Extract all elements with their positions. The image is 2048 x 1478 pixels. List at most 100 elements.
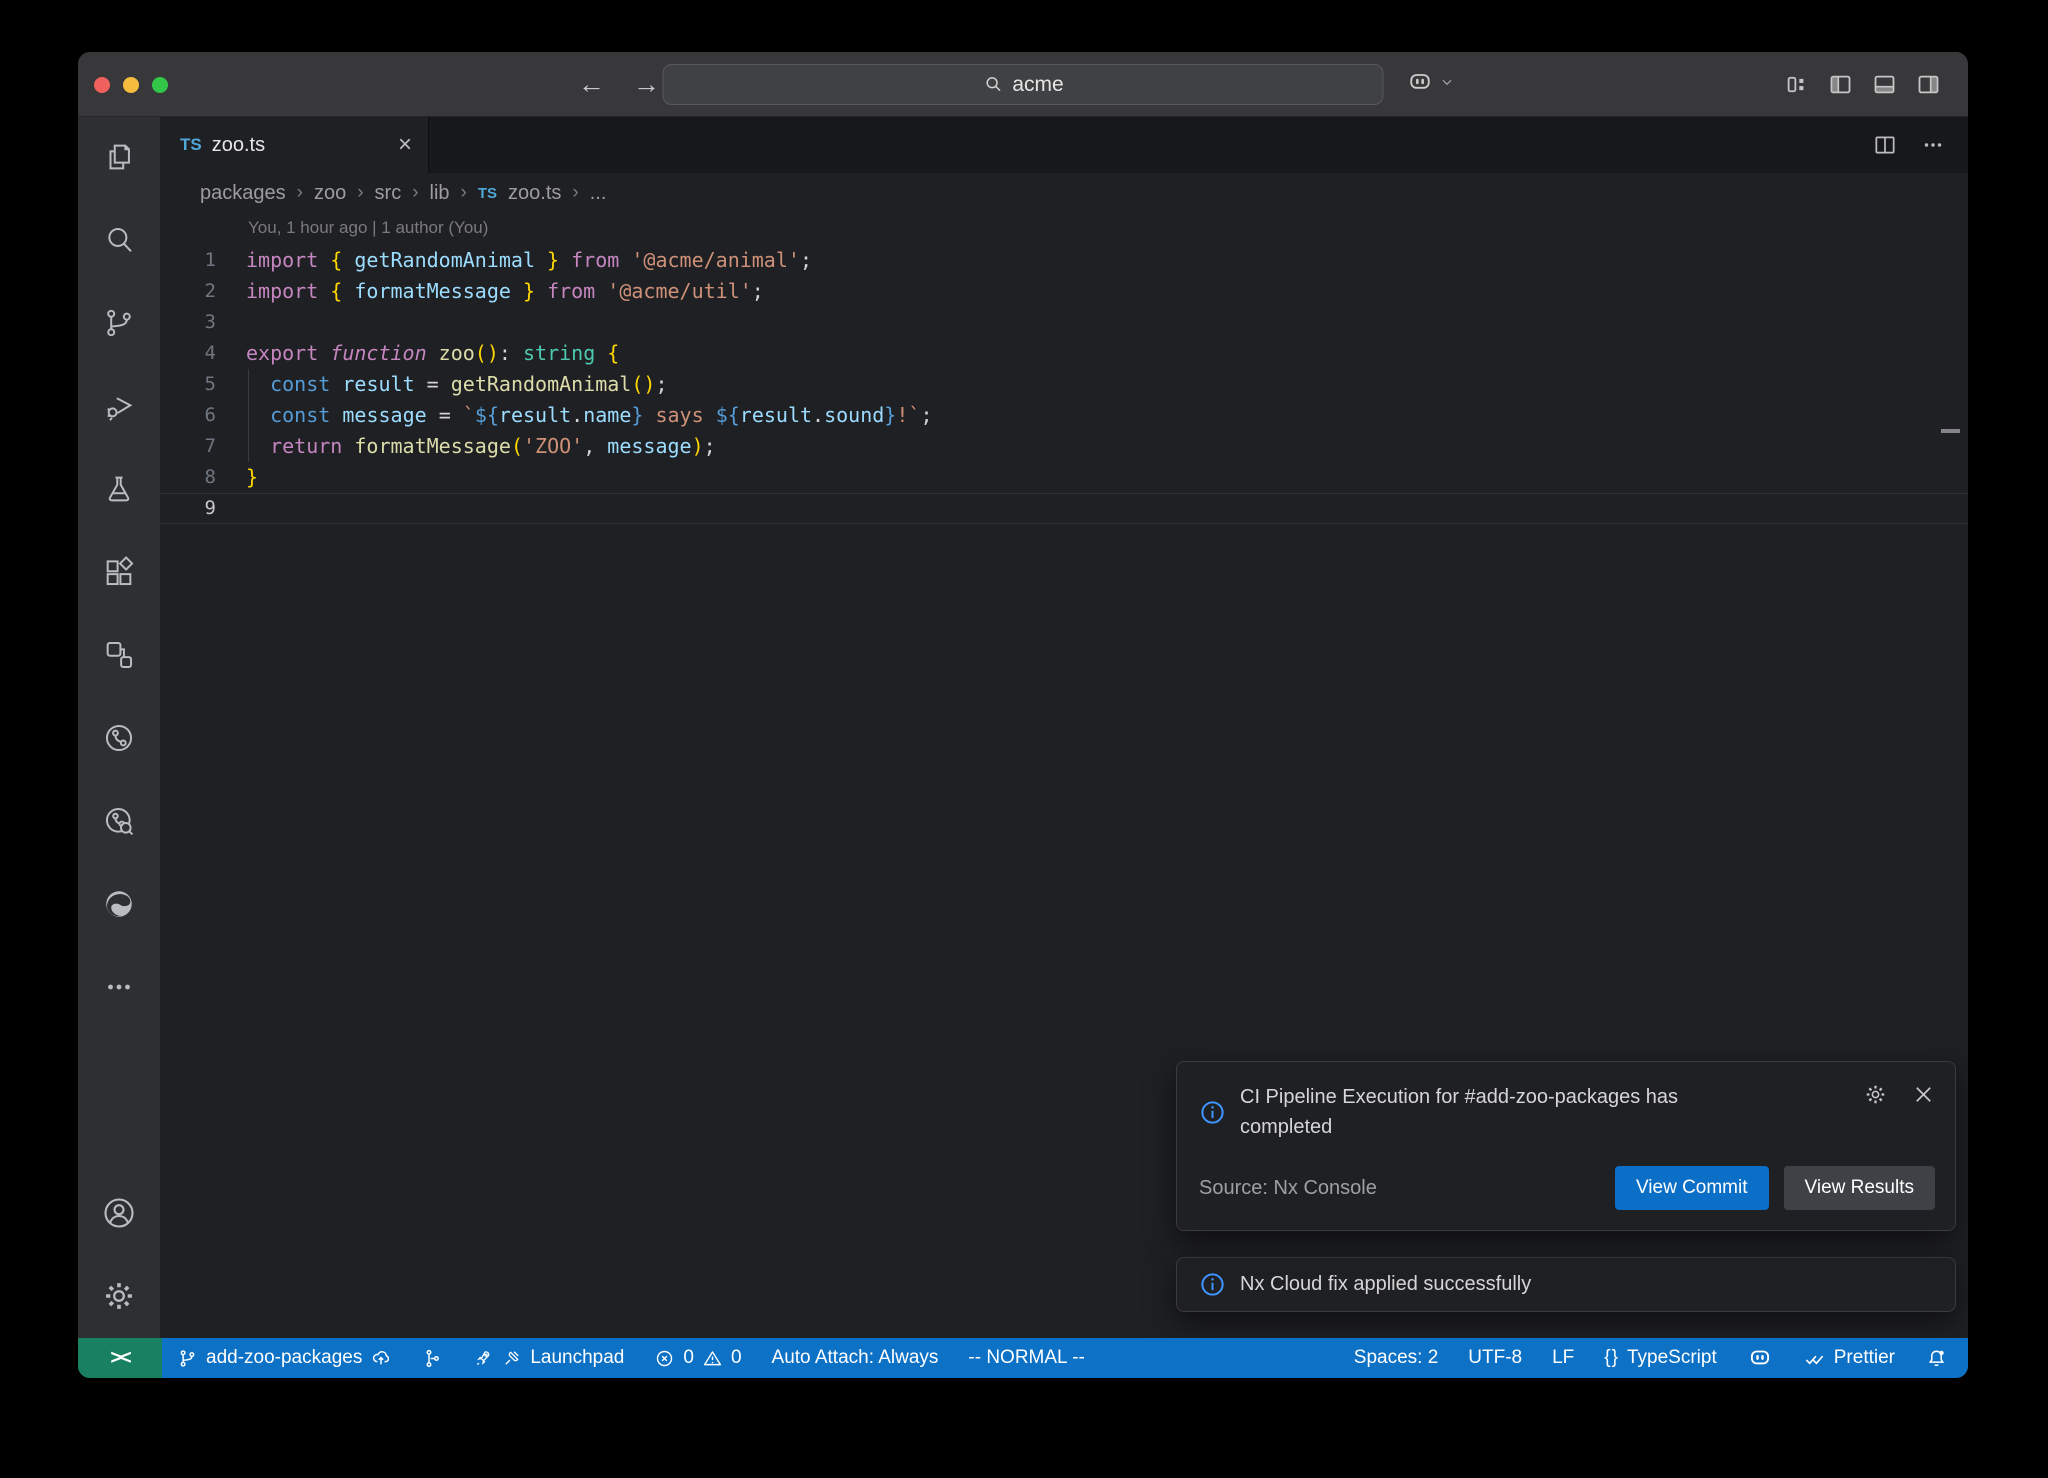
- accounts-button[interactable]: [101, 1195, 137, 1231]
- code-text: [216, 493, 246, 524]
- typescript-file-icon: TS: [478, 185, 497, 202]
- breadcrumb-item[interactable]: src: [375, 182, 402, 205]
- gitlens-inspect-icon: [102, 804, 136, 838]
- git-blame-annotation: You, 1 hour ago | 1 author (You): [248, 218, 488, 238]
- split-editor-icon[interactable]: [1872, 132, 1898, 158]
- activity-item-run-debug[interactable]: [101, 388, 137, 424]
- extensions-icon: [102, 555, 136, 589]
- vscode-window: ← → acme: [78, 52, 1968, 1378]
- toggle-primary-sidebar-icon[interactable]: [1827, 71, 1854, 98]
- navigate-back-icon[interactable]: ←: [578, 69, 605, 100]
- copilot-menu-button[interactable]: [1406, 68, 1454, 96]
- minimize-window-button[interactable]: [123, 77, 139, 93]
- plug-icon: [502, 1348, 522, 1368]
- vim-mode-label: -- NORMAL --: [968, 1347, 1084, 1369]
- activity-item-edge-tools[interactable]: [101, 886, 137, 922]
- code-line[interactable]: 2import { formatMessage } from '@acme/ut…: [160, 276, 1968, 307]
- bell-dot-icon: [1925, 1347, 1948, 1370]
- warning-count: 0: [731, 1347, 742, 1369]
- info-icon: [1199, 1082, 1226, 1142]
- info-icon: [1199, 1271, 1226, 1298]
- command-center-search[interactable]: acme: [663, 64, 1384, 105]
- eol-status-item[interactable]: LF: [1552, 1347, 1574, 1369]
- maximize-window-button[interactable]: [152, 77, 168, 93]
- files-icon: [102, 140, 136, 174]
- prettier-status-item[interactable]: Prettier: [1803, 1347, 1895, 1370]
- branch-status-item[interactable]: add-zoo-packages: [177, 1347, 392, 1369]
- activity-bar: [78, 117, 160, 1338]
- more-actions-icon[interactable]: [1920, 132, 1946, 158]
- code-line[interactable]: 3: [160, 307, 1968, 338]
- activity-item-search[interactable]: [101, 222, 137, 258]
- gear-icon: [101, 1278, 137, 1314]
- git-graph-status-item[interactable]: [422, 1348, 443, 1369]
- toggle-panel-icon[interactable]: [1871, 71, 1898, 98]
- ellipsis-icon: [102, 970, 136, 1004]
- code-line[interactable]: 6 const message = `${result.name} says $…: [160, 400, 1968, 431]
- view-commit-button[interactable]: View Commit: [1615, 1166, 1769, 1210]
- activity-item-nx-console[interactable]: [101, 637, 137, 673]
- activity-item-extensions[interactable]: [101, 554, 137, 590]
- git-branch-icon: [102, 306, 136, 340]
- nx-console-icon: [102, 638, 136, 672]
- copilot-icon: [1406, 68, 1434, 96]
- title-bar: ← → acme: [78, 52, 1968, 117]
- close-tab-icon[interactable]: ×: [398, 133, 412, 157]
- notification-nx-cloud-fix: Nx Cloud fix applied successfully: [1176, 1257, 1956, 1312]
- breadcrumb-item[interactable]: lib: [430, 182, 450, 205]
- launchpad-status-item[interactable]: Launchpad: [473, 1347, 624, 1369]
- overview-ruler-cursor-mark: [1941, 429, 1960, 433]
- breadcrumb-separator: ›: [572, 182, 578, 204]
- activity-item-more[interactable]: [101, 969, 137, 1005]
- error-count: 0: [683, 1347, 694, 1369]
- copilot-status-item[interactable]: [1747, 1345, 1773, 1371]
- notification-settings-icon[interactable]: [1863, 1082, 1888, 1107]
- activity-item-source-control[interactable]: [101, 305, 137, 341]
- line-number: 3: [160, 307, 216, 338]
- vim-mode-status-item[interactable]: -- NORMAL --: [968, 1347, 1084, 1369]
- tab-zoo-ts[interactable]: TS zoo.ts ×: [160, 117, 429, 173]
- view-results-button[interactable]: View Results: [1784, 1166, 1935, 1210]
- git-graph-icon: [422, 1348, 443, 1369]
- activity-item-gitlens-inspect[interactable]: [101, 803, 137, 839]
- breadcrumb-file[interactable]: zoo.ts: [508, 182, 561, 205]
- close-window-button[interactable]: [94, 77, 110, 93]
- breadcrumb-item[interactable]: packages: [200, 182, 286, 205]
- remote-indicator[interactable]: ><: [78, 1338, 162, 1378]
- code-line[interactable]: 9: [160, 493, 1968, 524]
- line-number: 6: [160, 400, 216, 431]
- line-number: 5: [160, 369, 216, 400]
- bracket-scope-guide: [248, 369, 249, 462]
- breadcrumb-symbol[interactable]: ...: [590, 182, 607, 205]
- navigate-forward-icon[interactable]: →: [633, 69, 660, 100]
- auto-attach-status-item[interactable]: Auto Attach: Always: [772, 1347, 939, 1369]
- code-line[interactable]: 4export function zoo(): string {: [160, 338, 1968, 369]
- settings-button[interactable]: [101, 1278, 137, 1314]
- code-line[interactable]: 7 return formatMessage('ZOO', message);: [160, 431, 1968, 462]
- notification-source: Source: Nx Console: [1199, 1177, 1377, 1200]
- notifications-bell[interactable]: [1925, 1347, 1948, 1370]
- activity-item-testing[interactable]: [101, 471, 137, 507]
- toggle-secondary-sidebar-icon[interactable]: [1915, 71, 1942, 98]
- activity-item-explorer[interactable]: [101, 139, 137, 175]
- code-line[interactable]: 1import { getRandomAnimal } from '@acme/…: [160, 245, 1968, 276]
- customize-layout-icon[interactable]: [1783, 71, 1810, 98]
- code-line[interactable]: 5 const result = getRandomAnimal();: [160, 369, 1968, 400]
- beaker-icon: [102, 472, 136, 506]
- indentation-status-item[interactable]: Spaces: 2: [1354, 1347, 1439, 1369]
- braces-icon: {}: [1604, 1347, 1619, 1369]
- breadcrumb-separator: ›: [357, 182, 363, 204]
- close-icon[interactable]: [1912, 1083, 1935, 1106]
- breadcrumb-item[interactable]: zoo: [314, 182, 346, 205]
- language-status-item[interactable]: {} TypeScript: [1604, 1347, 1716, 1369]
- account-icon: [101, 1195, 137, 1231]
- code-line[interactable]: 8}: [160, 462, 1968, 493]
- encoding-status-item[interactable]: UTF-8: [1468, 1347, 1522, 1369]
- line-number: 7: [160, 431, 216, 462]
- problems-status-item[interactable]: 0 0: [654, 1347, 741, 1369]
- breadcrumb: packages › zoo › src › lib › TS zoo.ts ›…: [160, 173, 1968, 213]
- line-number: 4: [160, 338, 216, 369]
- window-controls: [94, 77, 168, 93]
- activity-item-gitlens[interactable]: [101, 720, 137, 756]
- edge-browser-icon: [102, 887, 136, 921]
